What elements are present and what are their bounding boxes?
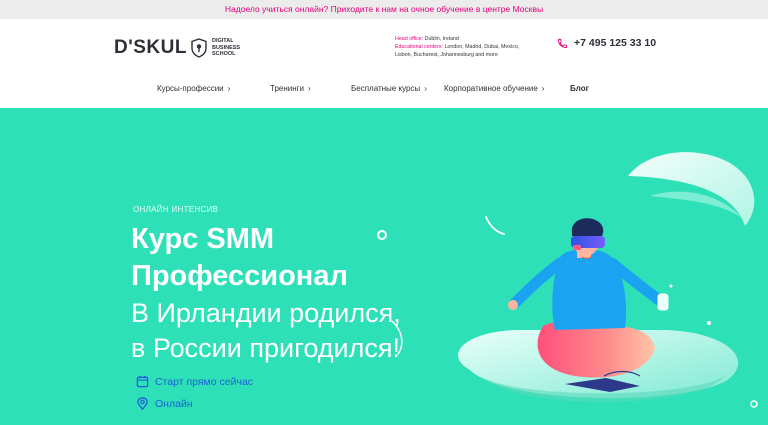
header: D'SKUL DIGITAL BUSINESS SCHOOL Head offi… <box>0 19 768 74</box>
chevron-right-icon: › <box>541 84 545 93</box>
nav-item-label[interactable]: Блог <box>570 84 589 93</box>
nav-item-label[interactable]: Корпоративное обучение <box>444 84 538 93</box>
head-office-label: Head office: <box>395 36 424 42</box>
location-pin-icon <box>137 397 148 410</box>
phone-link[interactable]: +7 495 125 33 10 <box>557 37 656 49</box>
chevron-right-icon: › <box>227 84 231 93</box>
nav-item-label[interactable]: Курсы-профессии <box>157 84 224 93</box>
feature-text: Онлайн <box>155 397 193 410</box>
hero-label: ОНЛАЙН ИНТЕНСИВ <box>133 205 219 214</box>
logo-text: D'SKUL <box>114 37 187 58</box>
logo[interactable]: D'SKUL DIGITAL BUSINESS SCHOOL <box>114 37 256 59</box>
hero-subtitle-line: в России пригодился! <box>131 333 400 363</box>
page: Надоело учиться онлайн? Приходите к нам … <box>0 0 768 425</box>
nav-item-professions[interactable]: Курсы-профессии › <box>157 84 230 93</box>
edu-centers-label: Educational centers: <box>395 44 443 50</box>
hero-section: ОНЛАЙН ИНТЕНСИВ Курс SMM Профессионал В … <box>0 108 768 425</box>
shield-icon <box>191 38 207 58</box>
hero-illustration <box>377 152 758 408</box>
logo-subtitle: DIGITAL BUSINESS SCHOOL <box>211 38 241 58</box>
head-office-value: Dublin, Ireland <box>424 36 459 42</box>
moon-shape <box>628 152 755 226</box>
feature-start: Старт прямо сейчас <box>136 375 253 388</box>
nav-item-blog[interactable]: Блог <box>570 84 589 93</box>
chevron-right-icon: › <box>424 84 427 93</box>
hero-title-line: Курс SMM <box>131 223 275 255</box>
nav-item-label[interactable]: Бесплатные курсы <box>351 84 420 93</box>
hero-title-line: Профессионал <box>131 260 348 292</box>
hero-title: Курс SMM Профессионал <box>131 221 348 295</box>
hero-subtitle: В Ирландии родился, в России пригодился! <box>131 296 401 366</box>
calendar-icon <box>136 375 149 388</box>
top-banner[interactable]: Надоело учиться онлайн? Приходите к нам … <box>0 0 768 19</box>
nav-item-label[interactable]: Тренинги <box>270 84 304 93</box>
feature-text: Старт прямо сейчас <box>155 375 254 388</box>
main-nav: Курсы-профессии › Тренинги › Бесплатные … <box>0 74 768 108</box>
phone-number[interactable]: +7 495 125 33 10 <box>574 37 656 49</box>
nav-item-free-courses[interactable]: Бесплатные курсы › <box>351 84 427 93</box>
nav-item-corporate[interactable]: Корпоративное обучение › <box>444 84 544 93</box>
phone-icon <box>557 38 568 48</box>
nav-item-trainings[interactable]: Тренинги › <box>270 84 311 93</box>
decor-ring <box>377 230 387 240</box>
hero-subtitle-line: В Ирландии родился, <box>131 298 401 328</box>
banner-text[interactable]: Надоело учиться онлайн? Приходите к нам … <box>225 4 543 14</box>
chevron-right-icon: › <box>308 84 311 93</box>
feature-online: Онлайн <box>136 397 193 410</box>
offices-info: Head office: Dublin, Ireland Educational… <box>395 35 520 59</box>
